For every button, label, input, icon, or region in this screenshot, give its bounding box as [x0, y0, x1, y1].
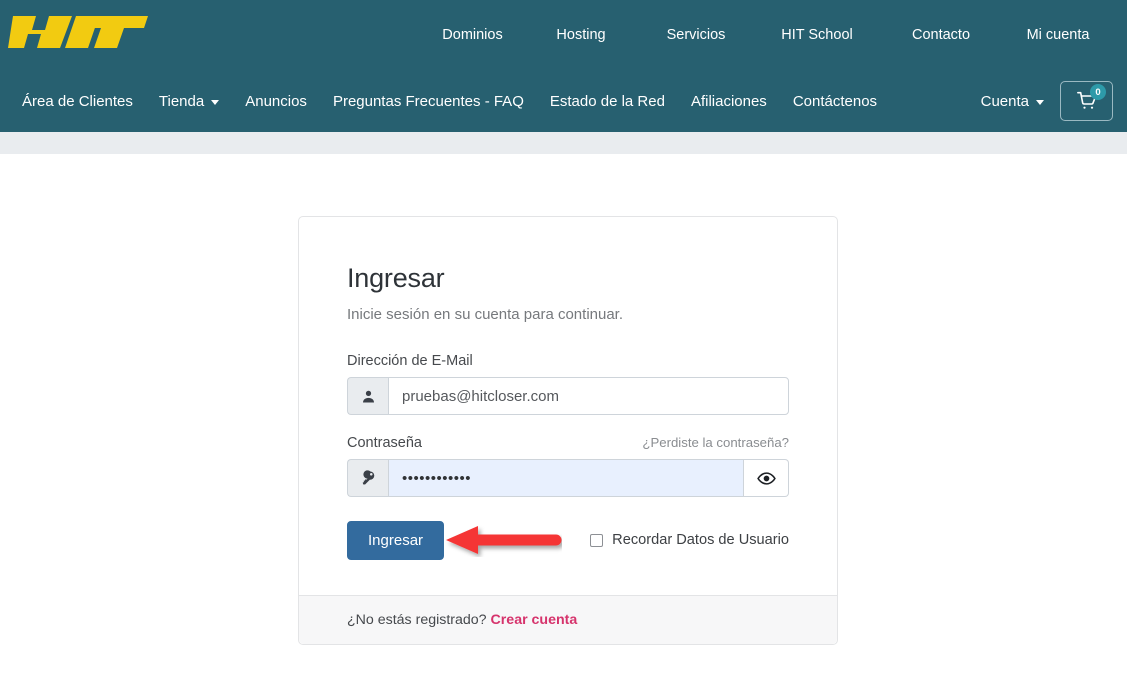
chevron-down-icon	[1036, 99, 1044, 105]
page-subtitle: Inicie sesión en su cuenta para continua…	[347, 306, 624, 323]
hit-logo[interactable]	[8, 8, 148, 54]
hit-logo-mark	[8, 16, 148, 48]
login-card-body: Ingresar Inicie sesión en su cuenta para…	[299, 217, 837, 595]
remember-me-control[interactable]: Recordar Datos de Usuario	[590, 532, 789, 548]
subnav-item-afiliaciones[interactable]: Afiliaciones	[691, 93, 767, 110]
subnav-item-tienda[interactable]: Tienda	[158, 92, 220, 110]
subnav-item-tienda-label: Tienda	[158, 92, 205, 110]
forgot-password-link[interactable]: ¿Perdiste la contraseña?	[642, 435, 789, 450]
password-input-group	[347, 459, 789, 497]
primary-nav: Dominios Hosting Servicios HIT School Co…	[420, 0, 1127, 70]
page-title: Ingresar	[347, 263, 445, 293]
topnav-item-servicios[interactable]: Servicios	[667, 27, 726, 43]
email-input-group	[347, 377, 789, 415]
red-left-arrow-annotation	[446, 526, 562, 554]
remember-me-label: Recordar Datos de Usuario	[612, 532, 789, 548]
email-icon-addon	[347, 377, 388, 415]
page-main: Ingresar Inicie sesión en su cuenta para…	[0, 154, 1127, 686]
email-label: Dirección de E-Mail	[347, 353, 473, 369]
password-input[interactable]	[388, 459, 744, 497]
password-icon-addon	[347, 459, 388, 497]
topnav-item-contacto[interactable]: Contacto	[912, 27, 970, 43]
login-card-footer: ¿No estás registrado? Crear cuenta	[299, 595, 837, 644]
secondary-nav-links: Área de Clientes Tienda Anuncios Pregunt…	[22, 93, 877, 110]
login-submit-button[interactable]: Ingresar	[347, 520, 445, 560]
topnav-item-mi-cuenta[interactable]: Mi cuenta	[1027, 27, 1090, 43]
toggle-password-visibility-button[interactable]	[744, 459, 789, 497]
login-card: Ingresar Inicie sesión en su cuenta para…	[298, 216, 838, 645]
not-registered-text: ¿No estás registrado?	[347, 612, 487, 628]
cart-button[interactable]: 0	[1060, 81, 1113, 121]
subnav-item-estado-de-la-red[interactable]: Estado de la Red	[550, 93, 665, 110]
subnav-item-cuenta-label: Cuenta	[980, 92, 1029, 110]
subnav-item-cuenta[interactable]: Cuenta	[981, 93, 1044, 110]
page-divider-strip	[0, 132, 1127, 154]
topnav-item-dominios[interactable]: Dominios	[442, 27, 502, 43]
remember-me-checkbox[interactable]	[590, 533, 604, 547]
secondary-nav: Área de Clientes Tienda Anuncios Pregunt…	[0, 70, 1127, 132]
subnav-item-anuncios[interactable]: Anuncios	[245, 93, 307, 110]
topnav-item-hit-school[interactable]: HIT School	[781, 27, 852, 43]
subnav-item-preguntas-frecuentes-faq[interactable]: Preguntas Frecuentes - FAQ	[333, 93, 524, 110]
topnav-item-hosting[interactable]: Hosting	[556, 27, 605, 43]
eye-icon	[756, 471, 776, 485]
cart-count-badge: 0	[1090, 84, 1106, 100]
site-header: Dominios Hosting Servicios HIT School Co…	[0, 0, 1127, 70]
password-label: Contraseña	[347, 435, 422, 451]
key-icon	[362, 470, 375, 485]
password-label-row: Contraseña ¿Perdiste la contraseña?	[347, 435, 789, 451]
subnav-item-area-de-clientes[interactable]: Área de Clientes	[22, 93, 133, 110]
email-input[interactable]	[388, 377, 789, 415]
chevron-down-icon	[211, 99, 220, 105]
secondary-nav-actions: Cuenta 0	[981, 81, 1113, 121]
login-actions-row: Ingresar Recordar Datos de Usuario	[347, 519, 789, 561]
user-icon	[362, 390, 374, 402]
create-account-link[interactable]: Crear cuenta	[491, 612, 578, 628]
subnav-item-contactenos[interactable]: Contáctenos	[793, 93, 877, 110]
